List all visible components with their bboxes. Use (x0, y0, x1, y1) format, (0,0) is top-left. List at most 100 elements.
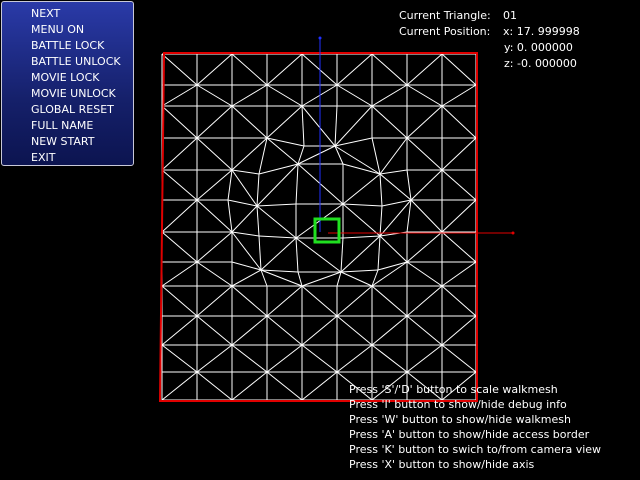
walkmesh-edge (371, 315, 408, 346)
walkmesh-edge (406, 199, 412, 233)
walkmesh-edge (231, 169, 258, 207)
walkmesh-edge (161, 231, 198, 263)
debug-menu: NEXT MENU ON BATTLE LOCK BATTLE UNLOCK M… (1, 1, 134, 166)
walkmesh-edge (334, 105, 373, 147)
position-x-value: x: 17. 999998 (503, 25, 580, 38)
walkmesh-edge (161, 169, 198, 201)
walkmesh-edge (256, 205, 260, 237)
walkmesh-edge (340, 269, 379, 273)
y-axis-endpoint (318, 36, 322, 40)
walkmesh-edge (340, 237, 344, 273)
menu-item-new-start[interactable]: NEW START (2, 134, 133, 150)
walkmesh-edge (161, 105, 198, 139)
walkmesh-edge (334, 105, 338, 147)
walkmesh-edge (231, 205, 258, 233)
menu-item-global-reset[interactable]: GLOBAL RESET (2, 102, 133, 118)
walkmesh-edge (441, 261, 477, 287)
walkmesh-edge (379, 235, 408, 263)
walkmesh-edge (441, 137, 477, 171)
walkmesh-edge (161, 199, 198, 233)
walkmesh-edge (340, 235, 381, 273)
walkmesh-edge (161, 261, 198, 287)
walkmesh-edge (266, 53, 303, 86)
walkmesh-edge (371, 344, 408, 373)
walkmesh-edge (231, 371, 268, 401)
walkmesh-edge (406, 105, 443, 139)
walkmesh-edge (231, 169, 260, 175)
walkmesh-edge (266, 285, 303, 317)
walkmesh-edge (196, 231, 233, 263)
menu-item-next[interactable]: NEXT (2, 6, 133, 22)
help-line-axis: Press 'X' button to show/hide axis (349, 458, 535, 471)
walkmesh-edge (406, 285, 443, 317)
walkmesh-edge (441, 199, 477, 233)
help-line-access-border: Press 'A' button to show/hide access bor… (349, 428, 590, 441)
walkmesh-edge (342, 235, 381, 239)
walkmesh-edge (260, 269, 303, 287)
walkmesh-edge (258, 163, 299, 175)
current-position-row: Current Position: x: 17. 999998 (399, 24, 629, 40)
walkmesh-triangles (161, 53, 477, 401)
walkmesh-edge (342, 163, 381, 175)
walkmesh-edge (266, 137, 299, 165)
menu-item-battle-lock[interactable]: BATTLE LOCK (2, 38, 133, 54)
walkmesh-edge (227, 169, 233, 201)
walkmesh-edge (379, 173, 383, 207)
walkmesh-edge (371, 84, 408, 107)
walkmesh-edge (231, 315, 268, 346)
walkmesh-edge (377, 261, 408, 271)
walkmesh-edge (256, 163, 299, 207)
walkmesh-edge (231, 269, 262, 287)
walkmesh-edge (196, 371, 233, 401)
walkmesh-edge (334, 137, 373, 147)
keyboard-help-panel: Press 'S'/'D' button to scale walkmesh P… (349, 382, 601, 472)
walkmesh-edge (266, 137, 305, 147)
walkmesh-edge (377, 235, 381, 271)
walkmesh-edge (406, 169, 412, 201)
walkmesh-edge (258, 235, 297, 239)
menu-item-full-name[interactable]: FULL NAME (2, 118, 133, 134)
walkmesh-edge (258, 235, 262, 271)
walkmesh-edge (441, 315, 477, 346)
walkmesh-edge (196, 137, 233, 171)
walkmesh-edge (196, 344, 233, 373)
walkmesh-edge (336, 315, 373, 346)
menu-item-movie-lock[interactable]: MOVIE LOCK (2, 70, 133, 86)
walkmesh-edge (231, 84, 268, 107)
access-border (158, 52, 478, 402)
menu-item-menu-on[interactable]: MENU ON (2, 22, 133, 38)
walkmesh-edge (301, 105, 336, 147)
walkmesh-edge (340, 271, 373, 287)
walkmesh-edge (336, 84, 373, 107)
walkmesh-edge (406, 137, 443, 171)
walkmesh-edge (227, 199, 258, 207)
walkmesh-edge (336, 53, 373, 86)
walkmesh-edge (342, 203, 383, 207)
current-position-label: Current Position: (399, 25, 491, 38)
walkmesh-edge (297, 271, 303, 287)
menu-item-battle-unlock[interactable]: BATTLE UNLOCK (2, 54, 133, 70)
walkmesh-edge (406, 315, 443, 346)
walkmesh-edge (441, 105, 477, 139)
walkmesh-edge (379, 173, 412, 201)
walkmesh-edge (231, 261, 262, 271)
walkmesh-edge (256, 205, 297, 239)
menu-item-exit[interactable]: EXIT (2, 150, 133, 166)
walkmesh-edge (258, 137, 268, 175)
walkmesh-edge (295, 163, 299, 205)
menu-item-movie-unlock[interactable]: MOVIE UNLOCK (2, 86, 133, 102)
walkmesh-edge (441, 169, 477, 201)
walkmesh-edge (336, 271, 342, 287)
walkmesh-edge (379, 137, 408, 175)
walkmesh-edge (256, 203, 297, 207)
walkmesh-edge (161, 315, 198, 346)
walkmesh-edge (196, 261, 233, 287)
walkmesh-edge (301, 105, 305, 147)
walkmesh-edge (161, 53, 198, 86)
walkmesh-edge (371, 105, 408, 139)
walkmesh-edge (410, 199, 443, 233)
walkmesh-edge (266, 344, 303, 373)
walkmesh-edge (410, 169, 443, 201)
walkmesh-edge (379, 169, 408, 175)
walkmesh-edge (196, 285, 233, 317)
